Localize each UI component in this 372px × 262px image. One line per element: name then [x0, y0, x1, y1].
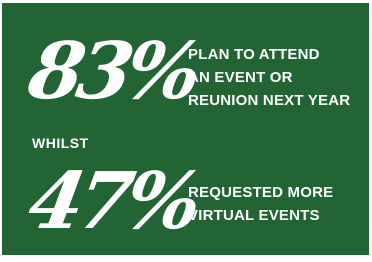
infographic: 83% PLAN TO ATTEND AN EVENT OR REUNION N… — [0, 0, 372, 262]
stat-83-percent: 83% — [22, 26, 203, 117]
stat-47-line-2: VIRTUAL EVENTS — [188, 207, 320, 224]
connector-whilst: WHILST — [32, 135, 89, 151]
stat-47-line-1: REQUESTED MORE — [188, 184, 334, 201]
stat-83-line-2: AN EVENT OR — [188, 69, 293, 86]
stat-47-percent: 47% — [22, 156, 203, 247]
stat-83-description: PLAN TO ATTEND AN EVENT OR REUNION NEXT … — [188, 43, 350, 112]
stat-83-line-1: PLAN TO ATTEND — [188, 46, 320, 63]
stat-47-description: REQUESTED MORE VIRTUAL EVENTS — [188, 181, 333, 227]
green-panel: 83% PLAN TO ATTEND AN EVENT OR REUNION N… — [2, 3, 369, 255]
stat-83-line-3: REUNION NEXT YEAR — [188, 92, 351, 109]
